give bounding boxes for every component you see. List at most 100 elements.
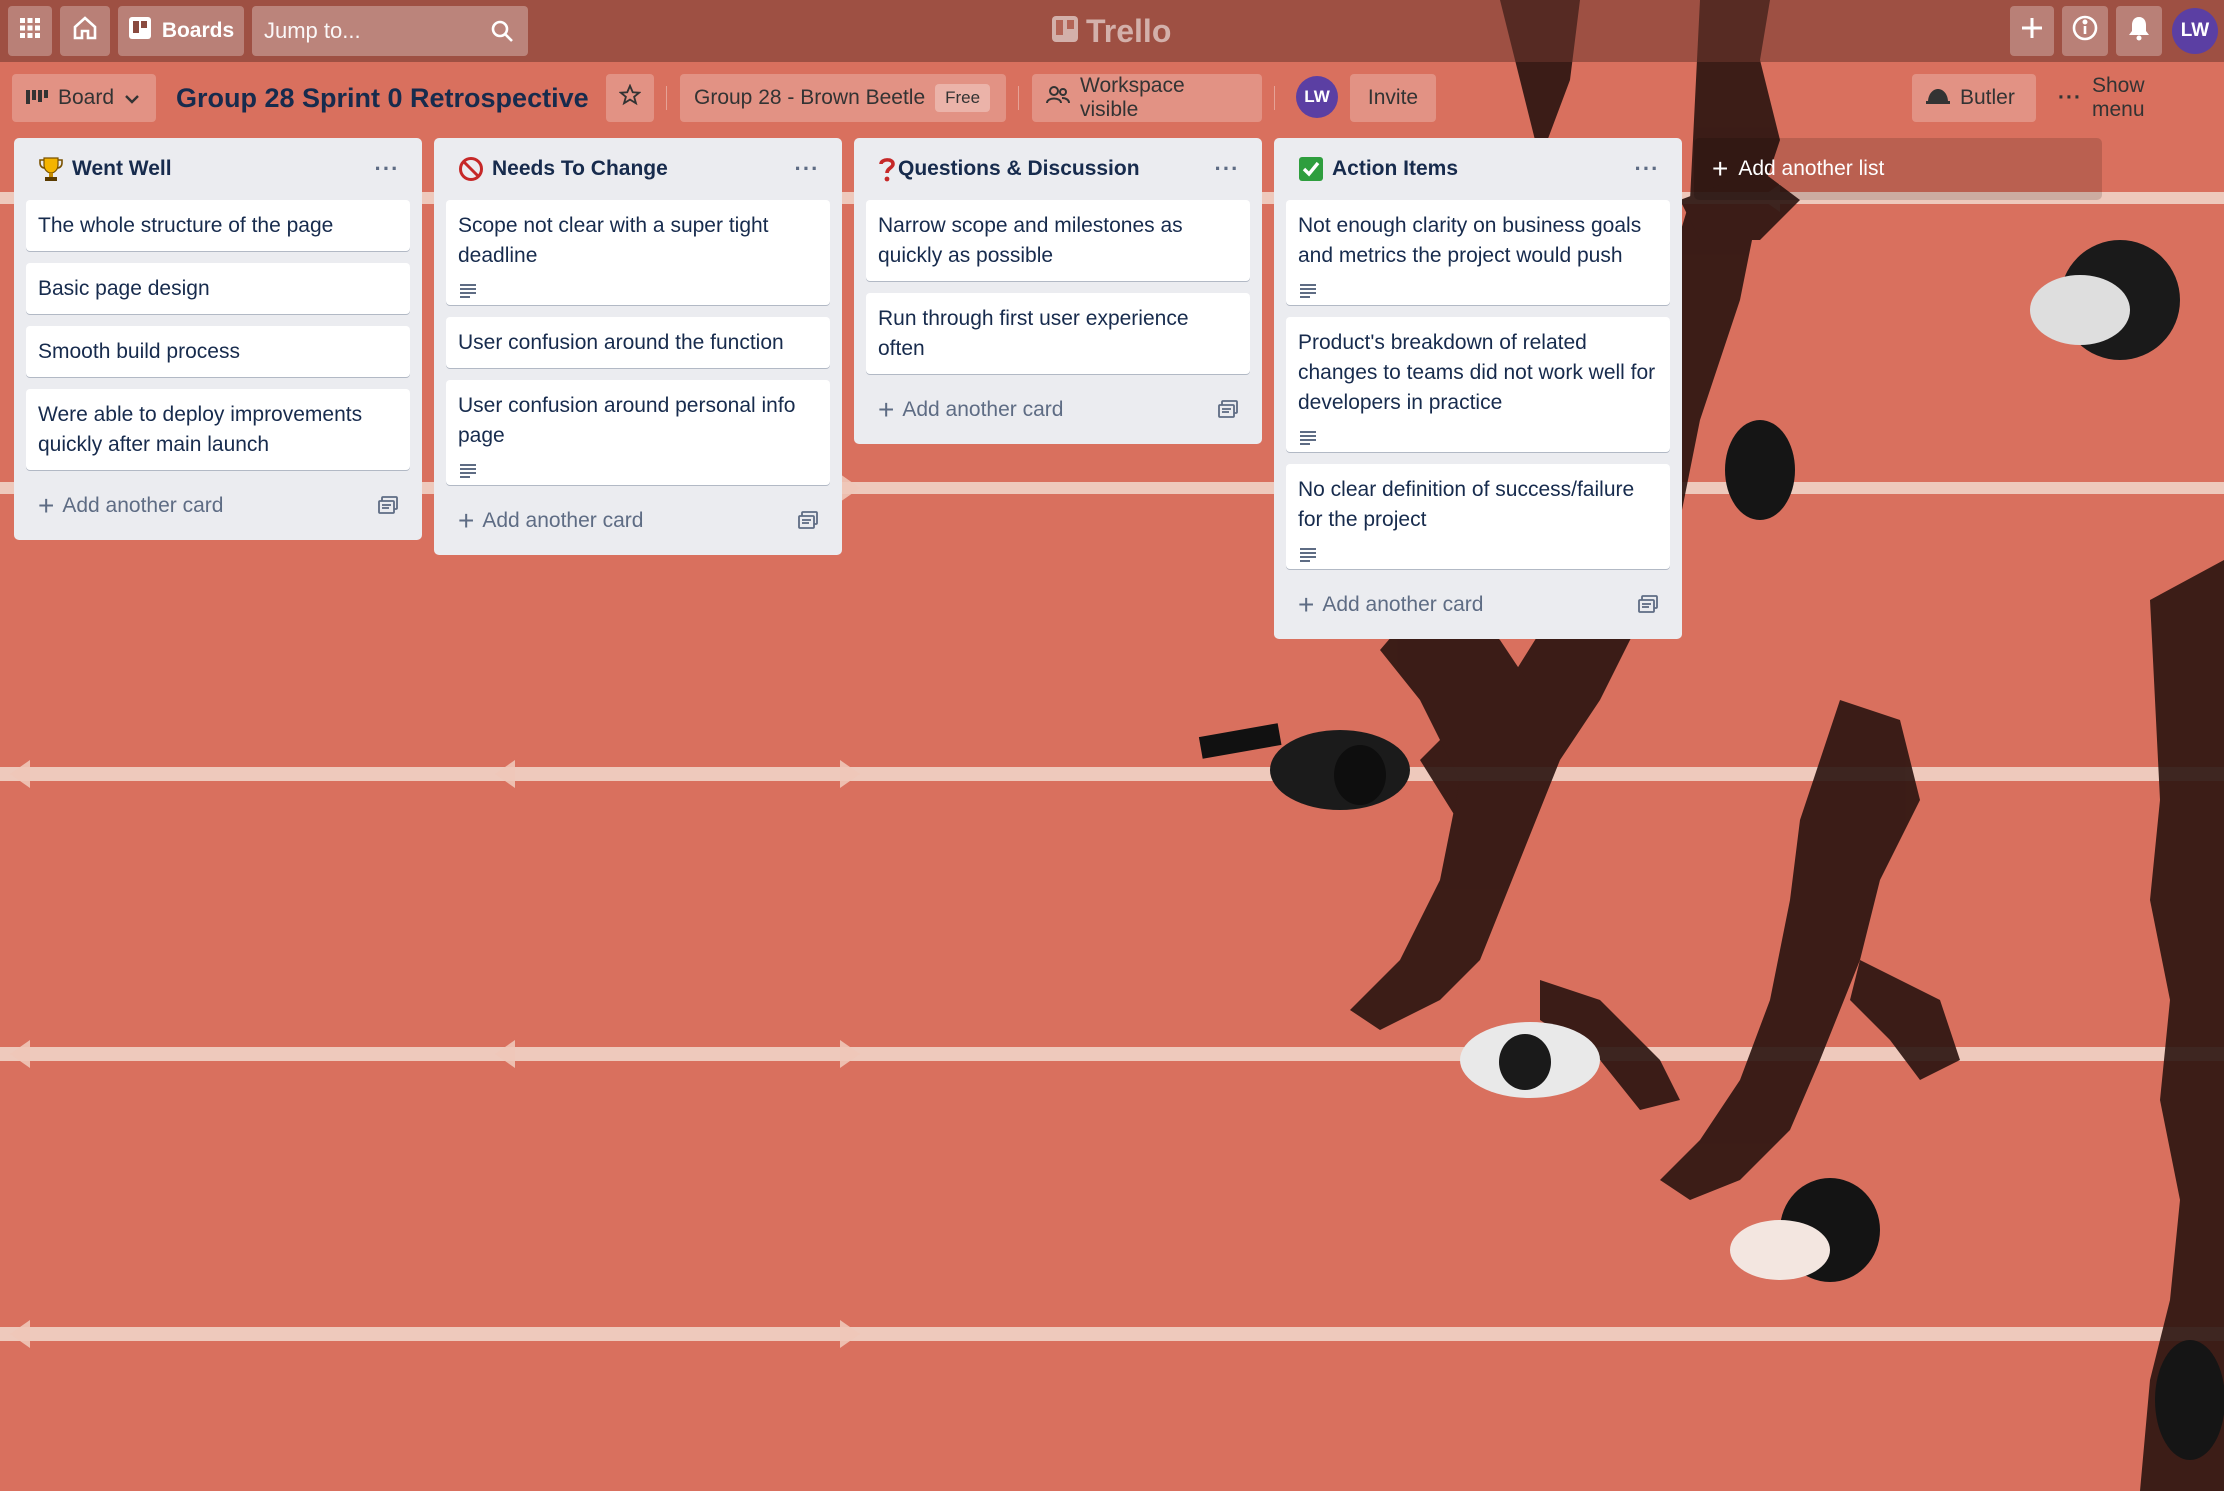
card[interactable]: Basic page design [26, 263, 410, 314]
list-menu-button[interactable]: ··· [792, 154, 822, 184]
card[interactable]: No clear definition of success/failure f… [1286, 464, 1670, 569]
list-action-items[interactable]: Action Items ··· Not enough clarity on b… [1274, 138, 1682, 639]
apps-grid-button[interactable] [8, 6, 52, 56]
board-view-icon [26, 86, 48, 110]
description-icon [458, 277, 818, 298]
trello-logo-text: Trello [1086, 12, 1172, 49]
board-title[interactable]: Group 28 Sprint 0 Retrospective [176, 78, 589, 118]
list-menu-button[interactable]: ··· [1632, 154, 1662, 184]
trello-logo-icon [1052, 13, 1078, 50]
home-button[interactable] [60, 6, 110, 56]
card[interactable]: Not enough clarity on business goals and… [1286, 200, 1670, 305]
card-title: User confusion around personal info page [458, 394, 796, 447]
show-menu-label: Show menu [2091, 74, 2145, 121]
star-board-button[interactable] [606, 74, 654, 122]
card-title: Not enough clarity on business goals and… [1298, 214, 1642, 267]
plus-icon: + [38, 490, 55, 521]
list-menu-button[interactable]: ··· [1212, 154, 1242, 184]
list-header[interactable]: Needs To Change ··· [446, 138, 830, 200]
workspace-button[interactable]: Group 28 - Brown Beetle Free [680, 74, 1006, 122]
list-header[interactable]: Went Well ··· [26, 138, 410, 200]
user-avatar-initials: LW [2180, 20, 2210, 41]
add-card-label: Add another card [1322, 593, 1484, 616]
visibility-button[interactable]: Workspace visible [1032, 74, 1262, 122]
plus-icon: + [458, 505, 475, 536]
chevron-down-icon [124, 86, 140, 110]
add-list-label: Add another list [1738, 157, 1885, 180]
workspace-name: Group 28 - Brown Beetle [694, 86, 926, 109]
card-title: User confusion around the function [458, 331, 784, 354]
card-title: No clear definition of success/failure f… [1298, 478, 1635, 531]
list-questions-discussion[interactable]: Questions & Discussion ··· Narrow scope … [854, 138, 1262, 444]
card[interactable]: User confusion around personal info page [446, 380, 830, 485]
list-menu-button[interactable]: ··· [372, 154, 402, 184]
description-icon [1298, 424, 1658, 445]
card[interactable]: Were able to deploy improvements quickly… [26, 389, 410, 470]
create-button[interactable] [2010, 6, 2054, 56]
list-title: Questions & Discussion [898, 157, 1140, 180]
invite-button[interactable]: Invite [1350, 74, 1436, 122]
add-list-button[interactable]: + Add another list [1694, 138, 2102, 200]
add-card-button[interactable]: + Add another card [26, 482, 410, 530]
bell-icon [2127, 15, 2151, 47]
add-card-label: Add another card [902, 398, 1064, 421]
add-card-label: Add another card [62, 494, 224, 517]
card-title: Smooth build process [38, 340, 240, 363]
search-input[interactable]: Jump to... [252, 6, 528, 56]
board-member-avatar[interactable]: LW [1296, 76, 1338, 118]
card-title: Product's breakdown of related changes t… [1298, 331, 1656, 414]
card-title: The whole structure of the page [38, 214, 334, 237]
card[interactable]: Narrow scope and milestones as quickly a… [866, 200, 1250, 281]
star-icon [618, 83, 642, 112]
add-card-button[interactable]: + Add another card [866, 386, 1250, 434]
list-went-well[interactable]: Went Well ··· The whole structure of the… [14, 138, 422, 540]
list-title: Action Items [1332, 157, 1459, 180]
card[interactable]: The whole structure of the page [26, 200, 410, 251]
search-placeholder: Jump to... [264, 18, 361, 43]
prohibited-icon [458, 156, 484, 182]
card[interactable]: Scope not clear with a super tight deadl… [446, 200, 830, 305]
card[interactable]: Run through first user experience often [866, 293, 1250, 374]
list-header[interactable]: Action Items ··· [1286, 138, 1670, 200]
show-menu-button[interactable]: ··· Show menu [2044, 74, 2206, 122]
visibility-label: Workspace visible [1080, 74, 1185, 121]
add-card-button[interactable]: + Add another card [446, 497, 830, 545]
board-view-label: Board [58, 86, 115, 109]
card-template-icon[interactable] [1218, 400, 1238, 424]
boards-button[interactable]: Boards [118, 6, 244, 56]
add-card-button[interactable]: + Add another card [1286, 581, 1670, 629]
card[interactable]: Smooth build process [26, 326, 410, 377]
notifications-button[interactable] [2116, 6, 2162, 56]
butler-button[interactable]: Butler [1912, 74, 2036, 122]
description-icon [458, 457, 818, 478]
user-avatar[interactable]: LW [2172, 8, 2218, 54]
check-mark-icon [1298, 156, 1324, 182]
grid-icon [19, 17, 41, 45]
question-mark-icon [878, 156, 896, 182]
list-title: Needs To Change [492, 157, 668, 180]
butler-label: Butler [1960, 86, 2015, 109]
list-header[interactable]: Questions & Discussion ··· [866, 138, 1250, 200]
description-icon [1298, 541, 1658, 562]
list-needs-to-change[interactable]: Needs To Change ··· Scope not clear with… [434, 138, 842, 555]
info-icon [2071, 14, 2099, 48]
card-template-icon[interactable] [1638, 595, 1658, 619]
add-card-label: Add another card [482, 509, 644, 532]
home-icon [72, 15, 98, 47]
card-title: Narrow scope and milestones as quickly a… [878, 214, 1183, 267]
card-template-icon[interactable] [798, 511, 818, 535]
trello-logo[interactable]: Trello [1052, 10, 1171, 52]
invite-label: Invite [1367, 86, 1419, 109]
card[interactable]: User confusion around the function [446, 317, 830, 368]
description-icon [1298, 277, 1658, 298]
card-template-icon[interactable] [378, 496, 398, 520]
list-title: Went Well [72, 157, 172, 180]
card-title: Were able to deploy improvements quickly… [38, 403, 363, 456]
trophy-icon [38, 156, 64, 182]
butler-icon [1926, 86, 1950, 110]
board-view-switcher[interactable]: Board [12, 74, 156, 122]
card[interactable]: Product's breakdown of related changes t… [1286, 317, 1670, 452]
card-title: Basic page design [38, 277, 210, 300]
more-icon: ··· [2058, 86, 2082, 109]
info-button[interactable] [2062, 6, 2108, 56]
